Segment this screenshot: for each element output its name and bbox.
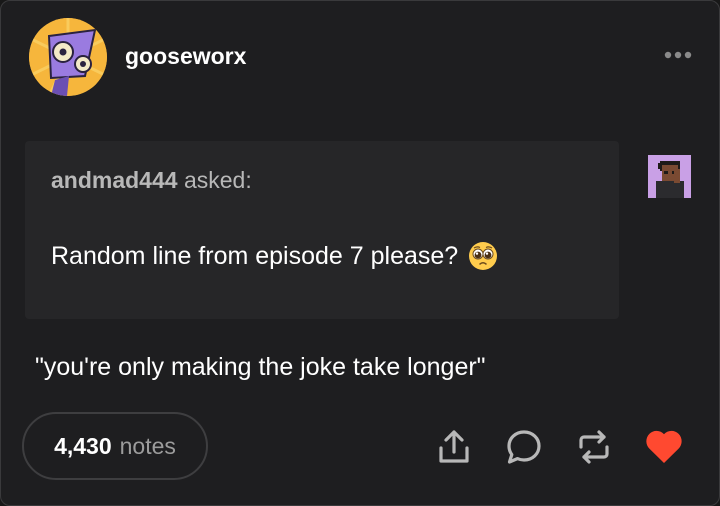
ask-box: andmad444 asked: Random line from episod… xyxy=(25,141,619,319)
blog-name[interactable]: gooseworx xyxy=(125,43,246,70)
notes-label: notes xyxy=(119,432,176,459)
more-horizontal-icon xyxy=(664,51,692,59)
asked-label: asked: xyxy=(183,167,252,193)
question-text: Random line from episode 7 please? xyxy=(51,241,459,270)
share-button[interactable] xyxy=(434,427,474,467)
asker-avatar-image xyxy=(648,155,691,198)
share-icon xyxy=(439,430,469,463)
asker-name[interactable]: andmad444 xyxy=(51,167,178,193)
reply-button[interactable] xyxy=(504,427,544,467)
reblog-button[interactable] xyxy=(574,427,614,467)
notes-count: 4,430 xyxy=(54,432,112,459)
post-menu-button[interactable] xyxy=(658,45,698,65)
notes-button[interactable]: 4,430 notes xyxy=(22,412,208,480)
post-card: gooseworx andmad444 asked: Random line f… xyxy=(0,0,720,506)
reply-icon xyxy=(507,430,541,464)
heart-icon xyxy=(646,430,682,463)
reblog-icon xyxy=(579,430,609,464)
like-button[interactable] xyxy=(644,427,684,467)
asker-avatar[interactable] xyxy=(648,155,691,198)
blog-avatar[interactable] xyxy=(29,18,107,96)
blog-avatar-image xyxy=(29,18,107,96)
asker-line: andmad444 asked: xyxy=(51,167,252,194)
answer-text: "you're only making the joke take longer… xyxy=(35,353,486,381)
question-text-row: Random line from episode 7 please? xyxy=(51,241,498,271)
pleading-face-emoji xyxy=(469,242,498,270)
